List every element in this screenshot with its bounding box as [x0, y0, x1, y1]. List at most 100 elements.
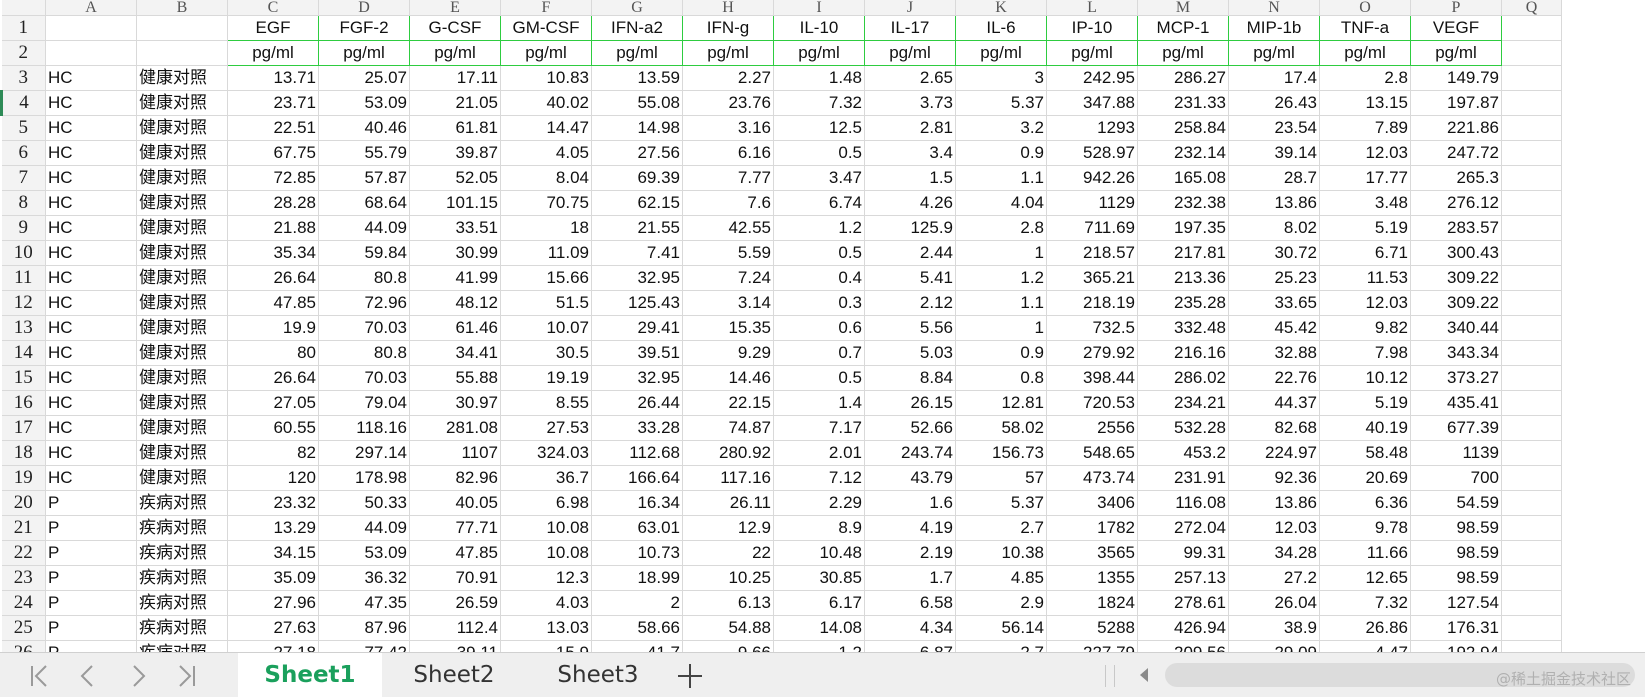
value-cell[interactable]: 30.85: [773, 565, 865, 591]
value-cell[interactable]: 10.83: [500, 65, 592, 91]
group-label-cell[interactable]: 健康对照: [136, 440, 228, 466]
value-cell[interactable]: 17.11: [409, 65, 501, 91]
group-label-cell[interactable]: 健康对照: [136, 65, 228, 91]
value-cell[interactable]: 283.57: [1410, 215, 1502, 241]
value-cell[interactable]: 12.03: [1319, 140, 1411, 166]
value-cell[interactable]: 39.11: [409, 640, 501, 652]
row-header[interactable]: 24: [1, 590, 46, 616]
value-cell[interactable]: 13.86: [1228, 490, 1320, 516]
value-cell[interactable]: 77.42: [318, 640, 410, 652]
value-cell[interactable]: 21.88: [227, 215, 319, 241]
value-cell[interactable]: 54.88: [682, 615, 774, 641]
value-cell[interactable]: 26.11: [682, 490, 774, 516]
header-cell[interactable]: IL-10: [773, 15, 865, 41]
value-cell[interactable]: 69.39: [591, 165, 683, 191]
header-cell[interactable]: FGF-2: [318, 15, 410, 41]
header-cell[interactable]: pg/ml: [318, 40, 410, 66]
value-cell[interactable]: 2556: [1046, 415, 1138, 441]
row-header[interactable]: 7: [1, 165, 46, 191]
value-cell[interactable]: 8.04: [500, 165, 592, 191]
value-cell[interactable]: 5288: [1046, 615, 1138, 641]
row-header[interactable]: 21: [1, 515, 46, 541]
value-cell[interactable]: 11.66: [1319, 540, 1411, 566]
first-sheet-icon[interactable]: [20, 661, 60, 691]
value-cell[interactable]: 14.47: [500, 115, 592, 141]
group-label-cell[interactable]: 健康对照: [136, 340, 228, 366]
value-cell[interactable]: 82.96: [409, 465, 501, 491]
value-cell[interactable]: 1: [955, 315, 1047, 341]
value-cell[interactable]: 14.98: [591, 115, 683, 141]
next-sheet-icon[interactable]: [118, 661, 158, 691]
value-cell[interactable]: 27.96: [227, 590, 319, 616]
value-cell[interactable]: 20.69: [1319, 465, 1411, 491]
value-cell[interactable]: 166.64: [591, 465, 683, 491]
value-cell[interactable]: 13.15: [1319, 90, 1411, 116]
value-cell[interactable]: 453.2: [1137, 440, 1229, 466]
value-cell[interactable]: 9.29: [682, 340, 774, 366]
row-header[interactable]: 16: [1, 390, 46, 416]
group-cell[interactable]: HC: [45, 165, 137, 191]
group-label-cell[interactable]: 健康对照: [136, 190, 228, 216]
cell[interactable]: [1501, 465, 1562, 491]
value-cell[interactable]: 21.05: [409, 90, 501, 116]
value-cell[interactable]: 25.23: [1228, 265, 1320, 291]
group-cell[interactable]: HC: [45, 465, 137, 491]
value-cell[interactable]: 7.24: [682, 265, 774, 291]
cell[interactable]: [1501, 165, 1562, 191]
value-cell[interactable]: 23.54: [1228, 115, 1320, 141]
group-cell[interactable]: P: [45, 540, 137, 566]
value-cell[interactable]: 224.97: [1228, 440, 1320, 466]
header-cell[interactable]: pg/ml: [227, 40, 319, 66]
value-cell[interactable]: 22.76: [1228, 365, 1320, 391]
column-header[interactable]: A: [45, 0, 137, 16]
value-cell[interactable]: 10.73: [591, 540, 683, 566]
value-cell[interactable]: 435.41: [1410, 390, 1502, 416]
value-cell[interactable]: 700: [1410, 465, 1502, 491]
value-cell[interactable]: 40.19: [1319, 415, 1411, 441]
header-cell[interactable]: pg/ml: [1137, 40, 1229, 66]
value-cell[interactable]: 1.2: [773, 640, 865, 652]
value-cell[interactable]: 0.6: [773, 315, 865, 341]
column-header[interactable]: B: [136, 0, 228, 16]
value-cell[interactable]: 0.3: [773, 290, 865, 316]
header-cell[interactable]: IP-10: [1046, 15, 1138, 41]
header-cell[interactable]: pg/ml: [1046, 40, 1138, 66]
value-cell[interactable]: 125.43: [591, 290, 683, 316]
value-cell[interactable]: 2.19: [864, 540, 956, 566]
value-cell[interactable]: 218.57: [1046, 240, 1138, 266]
value-cell[interactable]: 26.86: [1319, 615, 1411, 641]
value-cell[interactable]: 6.36: [1319, 490, 1411, 516]
value-cell[interactable]: 149.79: [1410, 65, 1502, 91]
header-cell[interactable]: MIP-1b: [1228, 15, 1320, 41]
value-cell[interactable]: 10.08: [500, 515, 592, 541]
last-sheet-icon[interactable]: [166, 661, 206, 691]
column-header[interactable]: F: [500, 0, 592, 16]
value-cell[interactable]: 70.03: [318, 365, 410, 391]
column-header[interactable]: K: [955, 0, 1047, 16]
column-header[interactable]: L: [1046, 0, 1138, 16]
value-cell[interactable]: 39.51: [591, 340, 683, 366]
value-cell[interactable]: 7.98: [1319, 340, 1411, 366]
value-cell[interactable]: 1.48: [773, 65, 865, 91]
value-cell[interactable]: 218.19: [1046, 290, 1138, 316]
row-header[interactable]: 19: [1, 465, 46, 491]
value-cell[interactable]: 677.39: [1410, 415, 1502, 441]
value-cell[interactable]: 3.4: [864, 140, 956, 166]
group-label-cell[interactable]: 健康对照: [136, 365, 228, 391]
value-cell[interactable]: 58.48: [1319, 440, 1411, 466]
cell[interactable]: [1501, 315, 1562, 341]
header-cell[interactable]: pg/ml: [955, 40, 1047, 66]
value-cell[interactable]: 1.1: [955, 165, 1047, 191]
value-cell[interactable]: 80.8: [318, 265, 410, 291]
value-cell[interactable]: 12.03: [1319, 290, 1411, 316]
value-cell[interactable]: 15.35: [682, 315, 774, 341]
group-label-cell[interactable]: 健康对照: [136, 90, 228, 116]
value-cell[interactable]: 4.03: [500, 590, 592, 616]
group-label-cell[interactable]: 疾病对照: [136, 640, 228, 652]
value-cell[interactable]: 711.69: [1046, 215, 1138, 241]
value-cell[interactable]: 9.82: [1319, 315, 1411, 341]
value-cell[interactable]: 1824: [1046, 590, 1138, 616]
value-cell[interactable]: 1.6: [864, 490, 956, 516]
value-cell[interactable]: 34.15: [227, 540, 319, 566]
value-cell[interactable]: 63.01: [591, 515, 683, 541]
